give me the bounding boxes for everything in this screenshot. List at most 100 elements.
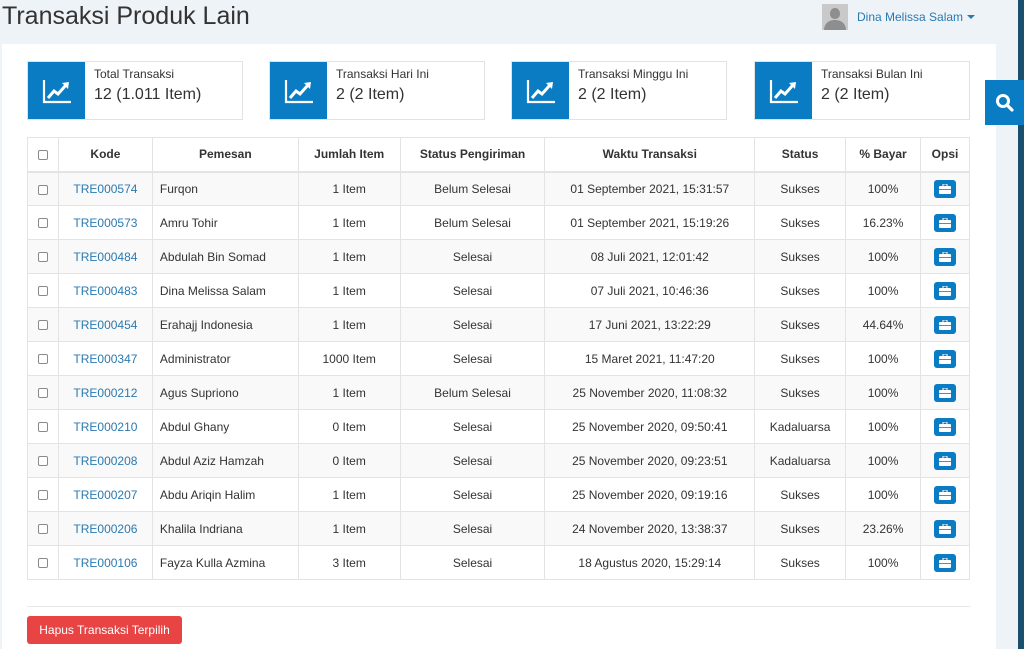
transaction-code-link[interactable]: TRE000208 [73,454,137,468]
transaction-code-link[interactable]: TRE000212 [73,386,137,400]
row-select-cell [27,171,59,206]
row-checkbox[interactable] [37,456,48,467]
jumlah-item-cell: 1 Item [297,239,401,274]
row-checkbox[interactable] [37,490,48,501]
trend-chart-icon [512,62,569,119]
stat-card-today: Transaksi Hari Ini 2 (2 Item) [269,61,485,120]
waktu-transaksi-cell: 01 September 2021, 15:31:57 [544,171,756,206]
row-select-cell [27,273,59,308]
pemesan-cell: Abdul Aziz Hamzah [151,443,299,478]
transaction-code-link[interactable]: TRE000483 [73,284,137,298]
row-checkbox[interactable] [37,558,48,569]
opsi-cell [920,239,970,274]
row-checkbox[interactable] [37,184,48,195]
row-checkbox[interactable] [37,422,48,433]
detail-button[interactable] [934,553,956,572]
user-silhouette-icon [822,4,848,30]
detail-button[interactable] [934,485,956,504]
status-cell: Sukses [754,545,847,580]
waktu-transaksi-cell: 08 Juli 2021, 12:01:42 [544,239,756,274]
jumlah-item-cell: 1 Item [297,205,401,240]
detail-button[interactable] [934,383,956,402]
transaction-code-link[interactable]: TRE000454 [73,318,137,332]
pemesan-cell: Administrator [151,341,299,376]
row-checkbox[interactable] [37,252,48,263]
status-pengiriman-cell: Selesai [399,341,546,376]
bayar-cell: 16.23% [845,205,921,240]
status-cell: Sukses [754,205,847,240]
row-checkbox[interactable] [37,354,48,365]
column-header-kode[interactable]: Kode [57,137,153,173]
stat-value: 12 (1.011 Item) [94,86,202,103]
column-header-bayar[interactable]: % Bayar [845,137,921,173]
row-checkbox[interactable] [37,218,48,229]
kode-cell: TRE000483 [57,273,153,308]
opsi-cell [920,341,970,376]
pemesan-cell: Abdul Ghany [151,409,299,444]
status-pengiriman-cell: Belum Selesai [399,171,546,206]
transaction-code-link[interactable]: TRE000573 [73,216,137,230]
search-icon [995,93,1014,112]
transaction-code-link[interactable]: TRE000347 [73,352,137,366]
row-checkbox[interactable] [37,388,48,399]
pemesan-cell: Amru Tohir [151,205,299,240]
briefcase-icon [939,523,951,534]
kode-cell: TRE000484 [57,239,153,274]
status-pengiriman-cell: Selesai [399,443,546,478]
table-row: TRE000206 Khalila Indriana 1 Item Selesa… [27,511,970,546]
stat-card-week: Transaksi Minggu Ini 2 (2 Item) [511,61,727,120]
table-row: TRE000454 Erahajj Indonesia 1 Item Seles… [27,307,970,342]
transaction-code-link[interactable]: TRE000484 [73,250,137,264]
stat-label: Total Transaksi [94,67,175,81]
opsi-cell [920,545,970,580]
detail-button[interactable] [934,519,956,538]
pemesan-cell: Dina Melissa Salam [151,273,299,308]
detail-button[interactable] [934,179,956,198]
briefcase-icon [939,217,951,228]
transaction-code-link[interactable]: TRE000210 [73,420,137,434]
select-all-checkbox[interactable] [37,150,48,161]
detail-button[interactable] [934,247,956,266]
kode-cell: TRE000210 [57,409,153,444]
jumlah-item-cell: 1 Item [297,307,401,342]
transaction-code-link[interactable]: TRE000206 [73,522,137,536]
column-header-waktu-transaksi[interactable]: Waktu Transaksi [544,137,756,173]
user-menu[interactable]: Dina Melissa Salam [822,4,976,30]
row-checkbox[interactable] [37,286,48,297]
row-select-cell [27,205,59,240]
briefcase-icon [939,319,951,330]
detail-button[interactable] [934,281,956,300]
delete-selected-button[interactable]: Hapus Transaksi Terpilih [27,616,182,644]
user-name: Dina Melissa Salam [857,10,964,24]
detail-button[interactable] [934,213,956,232]
detail-button[interactable] [934,451,956,470]
briefcase-icon [939,421,951,432]
table-header-row: Kode Pemesan Jumlah Item Status Pengirim… [27,137,970,173]
column-header-pemesan[interactable]: Pemesan [151,137,299,173]
row-checkbox[interactable] [37,524,48,535]
transaction-code-link[interactable]: TRE000574 [73,182,137,196]
stat-card-total: Total Transaksi 12 (1.011 Item) [27,61,243,120]
caret-down-icon [967,15,976,19]
briefcase-icon [939,285,951,296]
detail-button[interactable] [934,349,956,368]
waktu-transaksi-cell: 25 November 2020, 11:08:32 [544,375,756,410]
detail-button[interactable] [934,315,956,334]
search-button[interactable] [985,80,1024,125]
waktu-transaksi-cell: 25 November 2020, 09:50:41 [544,409,756,444]
transaction-code-link[interactable]: TRE000207 [73,488,137,502]
column-header-status[interactable]: Status [754,137,847,173]
table-row: TRE000574 Furqon 1 Item Belum Selesai 01… [27,171,970,206]
detail-button[interactable] [934,417,956,436]
column-header-status-pengiriman[interactable]: Status Pengiriman [399,137,546,173]
opsi-cell [920,273,970,308]
transaction-code-link[interactable]: TRE000106 [73,556,137,570]
jumlah-item-cell: 1 Item [297,477,401,512]
briefcase-icon [939,251,951,262]
column-header-jumlah-item[interactable]: Jumlah Item [297,137,401,173]
row-checkbox[interactable] [37,320,48,331]
table-row: TRE000484 Abdulah Bin Somad 1 Item Seles… [27,239,970,274]
kode-cell: TRE000574 [57,171,153,206]
opsi-cell [920,375,970,410]
status-cell: Sukses [754,375,847,410]
